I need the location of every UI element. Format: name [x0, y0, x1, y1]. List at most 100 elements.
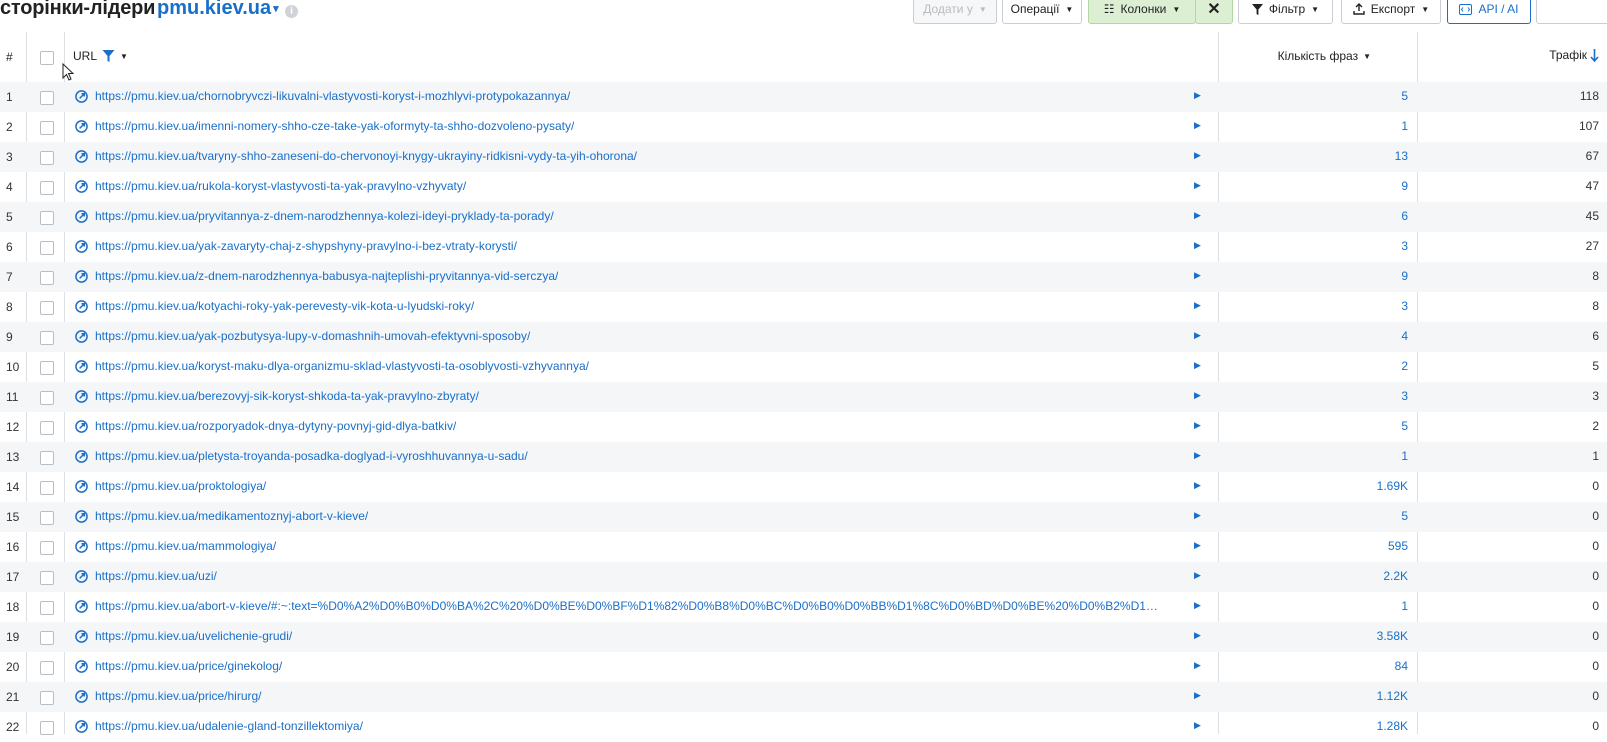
external-link-icon[interactable]	[75, 330, 88, 343]
table-row[interactable]: 7 https://pmu.kiev.ua/z-dnem-narodzhennya…	[0, 262, 1607, 292]
table-row[interactable]: 4 https://pmu.kiev.ua/rukola-koryst-vlast…	[0, 172, 1607, 202]
table-row[interactable]: 21 https://pmu.kiev.ua/price/hirurg/ ▶ 1.12…	[0, 682, 1607, 712]
expand-arrow-icon[interactable]: ▶	[1194, 450, 1201, 461]
table-row[interactable]: 10 https://pmu.kiev.ua/koryst-maku-dlya-o…	[0, 352, 1607, 382]
expand-arrow-icon[interactable]: ▶	[1194, 660, 1201, 671]
expand-arrow-icon[interactable]: ▶	[1194, 120, 1201, 131]
table-row[interactable]: 5 https://pmu.kiev.ua/pryvitannya-z-dnem-…	[0, 202, 1607, 232]
more-button[interactable]	[1536, 0, 1607, 24]
expand-arrow-icon[interactable]: ▶	[1194, 540, 1201, 551]
row-checkbox[interactable]	[40, 541, 54, 555]
table-row[interactable]: 20 https://pmu.kiev.ua/price/ginekolog/ ▶ 8…	[0, 652, 1607, 682]
table-row[interactable]: 19 https://pmu.kiev.ua/uvelichenie-grudi/…	[0, 622, 1607, 652]
expand-arrow-icon[interactable]: ▶	[1194, 180, 1201, 191]
external-link-icon[interactable]	[75, 630, 88, 643]
row-checkbox[interactable]	[40, 601, 54, 615]
clear-columns-button[interactable]: ✕	[1195, 0, 1233, 24]
row-checkbox[interactable]	[40, 721, 54, 735]
operations-button[interactable]: Операції ▼	[1002, 0, 1082, 24]
row-url-link[interactable]: https://pmu.kiev.ua/kotyachi-roky-yak-pe…	[95, 299, 474, 313]
row-url-link[interactable]: https://pmu.kiev.ua/price/ginekolog/	[95, 659, 282, 673]
external-link-icon[interactable]	[75, 270, 88, 283]
row-checkbox[interactable]	[40, 661, 54, 675]
row-phrases-count[interactable]: 5	[1401, 509, 1408, 523]
row-phrases-count[interactable]: 1.12K	[1377, 689, 1408, 703]
external-link-icon[interactable]	[75, 120, 88, 133]
external-link-icon[interactable]	[75, 210, 88, 223]
external-link-icon[interactable]	[75, 90, 88, 103]
row-url-link[interactable]: https://pmu.kiev.ua/uvelichenie-grudi/	[95, 629, 292, 643]
external-link-icon[interactable]	[75, 390, 88, 403]
row-url-link[interactable]: https://pmu.kiev.ua/uzi/	[95, 569, 217, 583]
row-checkbox[interactable]	[40, 451, 54, 465]
external-link-icon[interactable]	[75, 150, 88, 163]
row-checkbox[interactable]	[40, 691, 54, 705]
expand-arrow-icon[interactable]: ▶	[1194, 390, 1201, 401]
columns-button[interactable]: ☷ Колонки ▼	[1088, 0, 1196, 24]
row-checkbox[interactable]	[40, 301, 54, 315]
row-phrases-count[interactable]: 4	[1401, 329, 1408, 343]
row-checkbox[interactable]	[40, 571, 54, 585]
external-link-icon[interactable]	[75, 720, 88, 733]
external-link-icon[interactable]	[75, 450, 88, 463]
row-url-link[interactable]: https://pmu.kiev.ua/pletysta-troyanda-po…	[95, 449, 528, 463]
api-button[interactable]: API / AI	[1447, 0, 1531, 24]
table-row[interactable]: 9 https://pmu.kiev.ua/yak-pozbutysya-lupy…	[0, 322, 1607, 352]
expand-arrow-icon[interactable]: ▶	[1194, 600, 1201, 611]
external-link-icon[interactable]	[75, 600, 88, 613]
expand-arrow-icon[interactable]: ▶	[1194, 330, 1201, 341]
table-row[interactable]: 16 https://pmu.kiev.ua/mammologiya/ ▶ 595 0	[0, 532, 1607, 562]
table-row[interactable]: 3 https://pmu.kiev.ua/tvaryny-shho-zanese…	[0, 142, 1607, 172]
external-link-icon[interactable]	[75, 180, 88, 193]
table-row[interactable]: 22 https://pmu.kiev.ua/udalenie-gland-ton…	[0, 712, 1607, 742]
row-checkbox[interactable]	[40, 91, 54, 105]
external-link-icon[interactable]	[75, 480, 88, 493]
chevron-down-icon[interactable]: ▼	[120, 52, 128, 61]
table-row[interactable]: 14 https://pmu.kiev.ua/proktologiya/ ▶ 1.69…	[0, 472, 1607, 502]
external-link-icon[interactable]	[75, 420, 88, 433]
expand-arrow-icon[interactable]: ▶	[1194, 270, 1201, 281]
row-phrases-count[interactable]: 3	[1401, 299, 1408, 313]
row-checkbox[interactable]	[40, 241, 54, 255]
info-icon[interactable]: i	[285, 5, 298, 18]
row-checkbox[interactable]	[40, 151, 54, 165]
row-url-link[interactable]: https://pmu.kiev.ua/abort-v-kieve/#:~:te…	[95, 599, 1165, 613]
row-phrases-count[interactable]: 3	[1401, 389, 1408, 403]
expand-arrow-icon[interactable]: ▶	[1194, 420, 1201, 431]
row-url-link[interactable]: https://pmu.kiev.ua/medikamentoznyj-abor…	[95, 509, 368, 523]
table-row[interactable]: 8 https://pmu.kiev.ua/kotyachi-roky-yak-p…	[0, 292, 1607, 322]
table-row[interactable]: 13 https://pmu.kiev.ua/pletysta-troyanda-…	[0, 442, 1607, 472]
row-phrases-count[interactable]: 2	[1401, 359, 1408, 373]
table-row[interactable]: 18 https://pmu.kiev.ua/abort-v-kieve/#:~:…	[0, 592, 1607, 622]
col-url-header[interactable]: URL ▼	[73, 49, 128, 63]
row-phrases-count[interactable]: 13	[1395, 149, 1408, 163]
expand-arrow-icon[interactable]: ▶	[1194, 210, 1201, 221]
select-all-checkbox[interactable]	[40, 51, 54, 65]
table-row[interactable]: 17 https://pmu.kiev.ua/uzi/ ▶ 2.2K 0	[0, 562, 1607, 592]
expand-arrow-icon[interactable]: ▶	[1194, 630, 1201, 641]
external-link-icon[interactable]	[75, 240, 88, 253]
external-link-icon[interactable]	[75, 510, 88, 523]
row-checkbox[interactable]	[40, 121, 54, 135]
row-checkbox[interactable]	[40, 631, 54, 645]
row-phrases-count[interactable]: 1	[1401, 599, 1408, 613]
export-button[interactable]: Експорт ▼	[1341, 0, 1441, 24]
row-checkbox[interactable]	[40, 211, 54, 225]
row-phrases-count[interactable]: 1	[1401, 449, 1408, 463]
row-phrases-count[interactable]: 2.2K	[1383, 569, 1408, 583]
table-row[interactable]: 6 https://pmu.kiev.ua/yak-zavaryty-chaj-z…	[0, 232, 1607, 262]
row-url-link[interactable]: https://pmu.kiev.ua/tvaryny-shho-zanesen…	[95, 149, 637, 163]
row-checkbox[interactable]	[40, 331, 54, 345]
row-url-link[interactable]: https://pmu.kiev.ua/price/hirurg/	[95, 689, 262, 703]
external-link-icon[interactable]	[75, 660, 88, 673]
expand-arrow-icon[interactable]: ▶	[1194, 570, 1201, 581]
row-phrases-count[interactable]: 1.69K	[1377, 479, 1408, 493]
external-link-icon[interactable]	[75, 690, 88, 703]
row-phrases-count[interactable]: 595	[1388, 539, 1408, 553]
row-url-link[interactable]: https://pmu.kiev.ua/chornobryvczi-likuva…	[95, 89, 570, 103]
expand-arrow-icon[interactable]: ▶	[1194, 720, 1201, 731]
row-phrases-count[interactable]: 5	[1401, 419, 1408, 433]
row-phrases-count[interactable]: 84	[1395, 659, 1408, 673]
row-url-link[interactable]: https://pmu.kiev.ua/mammologiya/	[95, 539, 276, 553]
expand-arrow-icon[interactable]: ▶	[1194, 510, 1201, 521]
